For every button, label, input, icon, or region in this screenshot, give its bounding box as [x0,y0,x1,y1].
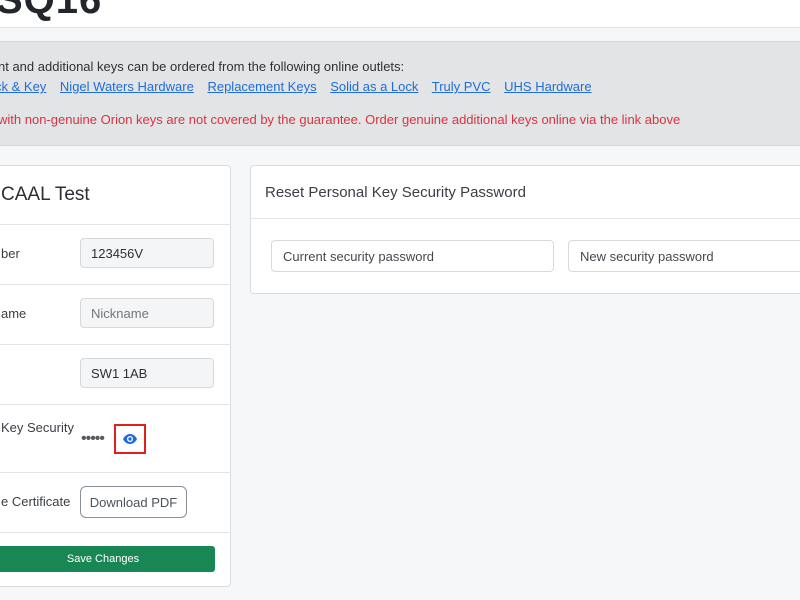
outlet-link-truly-pvc[interactable]: Truly PVC [432,79,491,94]
lock-details-card: CAAL Test ber ame Key Security ••••• e C… [0,165,231,587]
eye-icon [122,433,138,445]
key-security-label: Key Security [1,420,74,435]
reveal-password-button[interactable] [114,424,146,454]
page-title: SQ16 [0,0,103,22]
outlet-link-replacement-keys[interactable]: Replacement Keys [207,79,316,94]
divider [251,218,800,219]
divider [0,472,230,473]
divider [0,404,230,405]
outlet-link-solid-as-a-lock[interactable]: Solid as a Lock [330,79,418,94]
download-pdf-button[interactable]: Download PDF [80,486,187,518]
key-number-label: ber [1,246,20,261]
key-number-field[interactable] [80,238,214,268]
save-changes-button[interactable]: Save Changes [0,546,215,572]
nickname-label: ame [1,306,27,321]
lock-card-title: CAAL Test [1,184,90,205]
notice-intro: nt and additional keys can be ordered fr… [0,59,405,74]
divider [0,344,230,345]
outlet-link-lock-and-key[interactable]: ck & Key [0,79,46,94]
divider [0,532,230,533]
certificate-label: e Certificate [1,494,71,509]
reset-password-card: Reset Personal Key Security Password [250,165,800,294]
masked-security-password: ••••• [81,430,105,447]
new-password-field[interactable] [568,240,800,272]
outlet-link-uhs-hardware[interactable]: UHS Hardware [504,79,591,94]
postcode-field[interactable] [80,358,214,388]
current-password-field[interactable] [271,240,554,272]
nickname-field[interactable] [80,298,214,328]
key-outlets-notice: nt and additional keys can be ordered fr… [0,41,800,146]
top-bar: SQ16 [0,0,800,28]
outlet-link-nigel-waters-hardware[interactable]: Nigel Waters Hardware [60,79,194,94]
divider [0,224,230,225]
outlet-links: ck & Key Nigel Waters Hardware Replaceme… [0,79,602,94]
guarantee-warning: with non-genuine Orion keys are not cove… [0,112,681,127]
reset-card-title: Reset Personal Key Security Password [265,184,526,201]
divider [0,284,230,285]
